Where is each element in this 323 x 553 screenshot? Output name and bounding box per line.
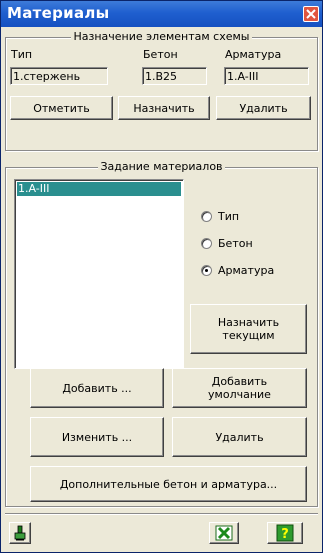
set-current-button[interactable]: Назначить текущим xyxy=(190,304,307,354)
radio-concrete[interactable]: Бетон xyxy=(201,237,253,250)
add-button-label: Добавить ... xyxy=(62,381,132,395)
assign-group-title: Назначение элементам схемы xyxy=(71,30,252,43)
excel-button[interactable] xyxy=(209,522,239,544)
radio-rebar[interactable]: Арматура xyxy=(201,264,274,277)
radio-concrete-circle[interactable] xyxy=(201,238,212,249)
extra-materials-button[interactable]: Дополнительные бетон и арматура... xyxy=(30,466,307,502)
delete-assignment-label: Удалить xyxy=(239,101,288,115)
edit-button[interactable]: Изменить ... xyxy=(30,417,164,457)
bottom-divider xyxy=(5,513,318,515)
concrete-field: 1.B25 xyxy=(142,67,207,85)
delete-material-button[interactable]: Удалить xyxy=(172,417,307,457)
add-button[interactable]: Добавить ... xyxy=(30,368,164,408)
close-icon xyxy=(306,9,316,19)
mark-button-label: Отметить xyxy=(33,101,90,115)
radio-type-circle[interactable] xyxy=(201,211,212,222)
concrete-label: Бетон xyxy=(143,48,178,61)
type-field: 1.стержень xyxy=(10,67,108,85)
help-icon: ? xyxy=(276,524,294,542)
materials-window: Материалы Назначение элементам схемы Тип… xyxy=(0,0,323,553)
materials-group-title: Задание материалов xyxy=(98,160,225,173)
title-bar[interactable]: Материалы xyxy=(1,1,322,27)
radio-type[interactable]: Тип xyxy=(201,210,239,223)
mark-button[interactable]: Отметить xyxy=(10,96,113,120)
rebar-label: Арматура xyxy=(225,48,282,61)
paint-button[interactable] xyxy=(9,522,31,544)
add-default-label: Добавить умолчание xyxy=(208,375,271,401)
add-default-button[interactable]: Добавить умолчание xyxy=(172,368,307,408)
extra-materials-label: Дополнительные бетон и арматура... xyxy=(59,477,278,491)
type-label: Тип xyxy=(11,48,33,61)
rebar-field: 1.A-III xyxy=(224,67,309,85)
materials-listbox[interactable]: 1.A-III xyxy=(14,179,184,369)
radio-rebar-circle[interactable] xyxy=(201,265,212,276)
edit-button-label: Изменить ... xyxy=(61,430,133,444)
radio-concrete-label: Бетон xyxy=(218,237,253,250)
delete-material-label: Удалить xyxy=(215,430,264,444)
paint-bucket-icon xyxy=(14,525,26,541)
close-button[interactable] xyxy=(303,6,319,22)
window-title: Материалы xyxy=(7,4,110,22)
assign-button-label: Назначить xyxy=(133,101,195,115)
materials-group: Задание материалов 1.A-III Тип Бетон Арм… xyxy=(5,160,318,507)
radio-type-label: Тип xyxy=(218,210,240,223)
delete-assignment-button[interactable]: Удалить xyxy=(216,96,311,120)
assign-group: Назначение элементам схемы Тип Бетон Арм… xyxy=(5,30,318,151)
list-item[interactable]: 1.A-III xyxy=(17,182,181,196)
help-button[interactable]: ? xyxy=(267,522,303,544)
set-current-label: Назначить текущим xyxy=(217,316,280,342)
assign-button[interactable]: Назначить xyxy=(118,96,210,120)
radio-rebar-label: Арматура xyxy=(218,264,275,277)
excel-icon xyxy=(215,525,233,541)
svg-text:?: ? xyxy=(281,527,289,542)
